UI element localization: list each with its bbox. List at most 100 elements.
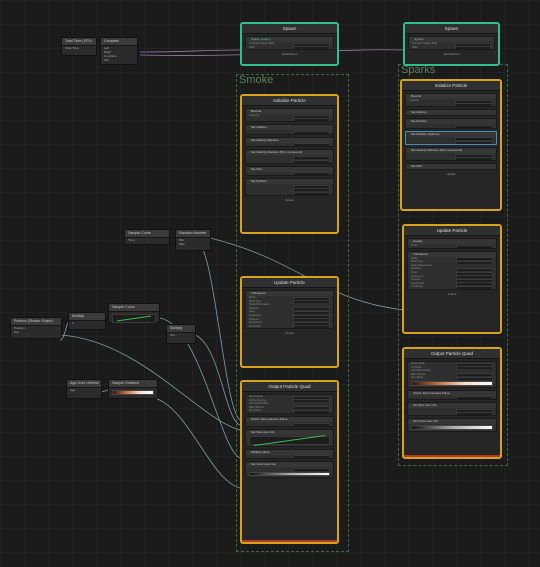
value-field[interactable]	[455, 103, 493, 107]
value-field[interactable]	[455, 157, 493, 161]
output-block[interactable]: Orient: Face Camera Plane	[407, 389, 497, 401]
position-shader-graph-node[interactable]: Position (Shader Graph) Position Out	[10, 317, 62, 339]
node-row: Max	[179, 242, 185, 246]
init-block[interactable]: Set Velocity Random	[245, 136, 334, 148]
node-title: Compare	[101, 38, 137, 46]
block-row	[406, 157, 496, 161]
value-field[interactable]	[293, 455, 330, 459]
update-block[interactable]: Turbulence Mode Field Type Noise Paramet…	[245, 290, 334, 330]
value-field[interactable]	[455, 412, 493, 416]
init-block[interactable]: Bounds Capacity	[245, 108, 334, 123]
block-header: Set Size	[406, 164, 496, 170]
total-time-node[interactable]: Total Time (VFX) Total Time	[61, 37, 97, 56]
output-block[interactable]: Multiply Alpha	[245, 448, 334, 460]
init-block[interactable]: Bounds Capacity	[405, 93, 497, 108]
block-row	[246, 455, 333, 459]
node-title: Sample Curve	[109, 304, 159, 312]
compare-node[interactable]: Compare Left Right Condition Out	[100, 37, 138, 65]
init-block[interactable]: Set Size	[245, 165, 334, 177]
update-context-smoke[interactable]: Update Particle Turbulence Mode Field Ty…	[240, 276, 339, 368]
multiply-node-2[interactable]: Multiply Out	[166, 324, 196, 344]
init-block[interactable]: Set Velocity Random (Per-component)	[245, 149, 334, 164]
output-context-smoke[interactable]: Output Particle Quad Blend Mode Alpha Cl…	[240, 380, 339, 544]
node-title: Sample Curve	[125, 230, 169, 238]
output-block[interactable]: Blend Mode Uv Mode Use Soft Particle Mai…	[407, 361, 497, 388]
init-block[interactable]: Set Velocity Random (Per-component)	[405, 146, 497, 162]
value-field[interactable]	[293, 467, 330, 471]
context-title: Initialize Particle	[402, 81, 500, 91]
node-row: Age	[70, 388, 76, 392]
age-over-lifetime-node[interactable]: Age Over Lifetime Age	[66, 379, 102, 399]
multiply-node[interactable]: Multiply A	[68, 312, 106, 330]
value-field[interactable]	[293, 422, 330, 426]
value-field[interactable]	[293, 159, 330, 163]
color-gradient-preview[interactable]	[411, 425, 493, 430]
spawn-context-smoke[interactable]: Spawn Spawn system Constant Spawn Rate R…	[240, 22, 339, 66]
gradient-preview[interactable]	[112, 390, 154, 395]
size-curve-preview[interactable]	[249, 435, 330, 445]
initialize-context-smoke[interactable]: Initialize Particle Bounds Capacity Set L…	[240, 94, 339, 234]
node-title: Age Over Lifetime	[67, 380, 101, 388]
node-row: Total Time	[65, 46, 79, 50]
node-title: Multiply	[69, 313, 105, 321]
context-footer: SpawnEvent	[443, 52, 460, 57]
init-block[interactable]: Set Position (Sphere)	[405, 130, 497, 145]
update-context-sparks[interactable]: Update Particle Gravity Force Turbulence…	[402, 224, 502, 334]
update-block[interactable]: Gravity Force	[407, 238, 497, 249]
value-field[interactable]	[455, 46, 491, 50]
value-field[interactable]	[455, 124, 493, 128]
output-block[interactable]: Set Size over Life	[245, 428, 334, 447]
random-number-node[interactable]: Random Number Min Max	[175, 229, 211, 251]
value-field[interactable]	[455, 396, 493, 400]
block-row: Sort Mode	[246, 409, 333, 413]
value-field[interactable]	[455, 244, 493, 248]
init-block[interactable]: Set Lifetime	[405, 109, 497, 117]
value-field[interactable]	[293, 172, 330, 176]
value-field[interactable]	[455, 140, 493, 144]
value-field[interactable]	[293, 143, 330, 147]
output-block[interactable]: Set Color over Life	[245, 461, 334, 479]
update-block[interactable]: Turbulence Mode Field Type Noise Paramet…	[407, 250, 497, 290]
color-gradient-preview[interactable]	[249, 471, 330, 477]
initialize-context-sparks[interactable]: Initialize Particle Bounds Capacity Set L…	[400, 79, 502, 211]
value-field[interactable]	[293, 325, 330, 329]
value-field[interactable]	[293, 409, 330, 413]
block-row: Lacunarity	[246, 325, 333, 329]
node-title: Multiply	[167, 325, 195, 333]
context-title: Spawn	[405, 24, 498, 34]
node-title: Sample Gradient	[109, 380, 157, 388]
output-block[interactable]: Orient: Face Camera Plane	[245, 415, 334, 427]
block-row	[246, 143, 333, 147]
value-field[interactable]	[293, 118, 330, 122]
output-block[interactable]: Set Size over Life	[407, 402, 497, 417]
spawn-context-sparks[interactable]: Spawn System Constant Spawn Rate Rate Sp…	[403, 22, 500, 66]
context-title: Output Particle Quad	[404, 349, 500, 359]
curve-preview[interactable]	[112, 314, 156, 323]
sample-curve-node[interactable]: Sample Curve Time	[124, 229, 170, 245]
init-block[interactable]: Set Position	[245, 178, 334, 196]
value-field[interactable]	[455, 285, 493, 289]
sample-gradient-node[interactable]: Sample Gradient	[108, 379, 158, 399]
context-footer: Update	[284, 197, 295, 202]
gradient-preview[interactable]	[411, 380, 493, 386]
value-field[interactable]	[293, 46, 330, 50]
output-block[interactable]: Set Color over Life	[407, 418, 497, 432]
block-row: Sort Mode	[408, 376, 496, 380]
context-title: Output Particle Quad	[242, 382, 337, 392]
node-row: Time	[128, 238, 135, 242]
value-field[interactable]	[293, 191, 330, 195]
spawn-block[interactable]: System Constant Spawn Rate Rate	[408, 36, 495, 51]
block-header: Set Size over Life	[246, 429, 333, 435]
init-block[interactable]: Set Size	[405, 163, 497, 171]
spawn-block[interactable]: Spawn system Constant Spawn Rate Rate	[245, 36, 334, 51]
output-context-sparks[interactable]: Output Particle Quad Blend Mode Uv Mode …	[402, 347, 502, 459]
sample-curve-node-2[interactable]: Sample Curve	[108, 303, 160, 323]
node-row: A	[72, 321, 75, 325]
init-block[interactable]: Set Lifetime	[245, 124, 334, 135]
init-block[interactable]: Set Position	[405, 118, 497, 129]
value-field[interactable]	[455, 376, 493, 380]
node-title: Random Number	[176, 230, 210, 238]
value-field[interactable]	[293, 130, 330, 134]
output-block[interactable]: Blend Mode Alpha Clipping Use Soft Parti…	[245, 394, 334, 414]
block-header: Set Lifetime	[406, 110, 496, 116]
